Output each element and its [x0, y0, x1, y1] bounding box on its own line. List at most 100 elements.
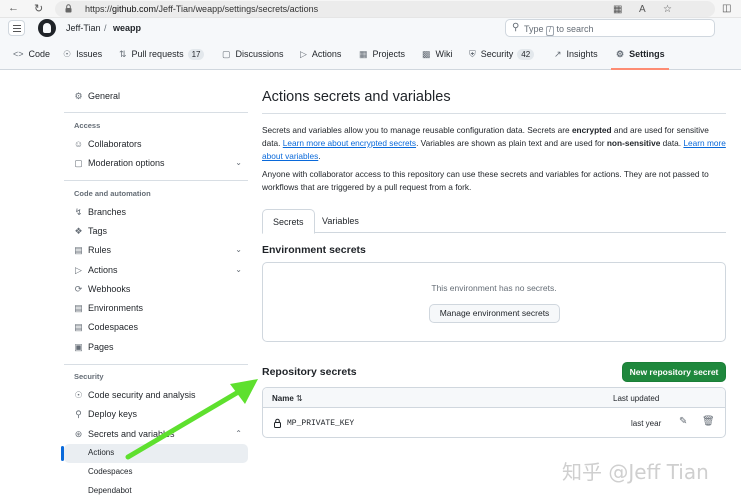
reload-icon[interactable]: ↻ [34, 2, 43, 15]
tab-code[interactable]: <> Code [13, 49, 50, 59]
sidebar-item-general[interactable]: ⚙ General [64, 87, 248, 106]
tab-security[interactable]: ⛨ Security 42 [469, 49, 535, 60]
tab-issues[interactable]: ☉ Issues [63, 49, 102, 60]
back-arrow-icon[interactable]: ← [8, 2, 19, 14]
sidebar-item-actions[interactable]: ▷ Actions ⌄ [64, 261, 248, 280]
search-input[interactable]: ⚲ Type / to search [505, 19, 715, 37]
sidebar-subitem-codespaces[interactable]: Codespaces [64, 463, 248, 482]
tab-settings[interactable]: ⚙ Settings [616, 49, 665, 60]
search-icon: ⚲ [512, 22, 520, 33]
sidebar-heading-code-automation: Code and automation [74, 189, 151, 198]
sidebar-item-code-security[interactable]: ☉ Code security and analysis [64, 386, 248, 405]
github-header: Jeff-Tian / weapp ⚲ Type / to search [0, 18, 741, 40]
url-text: https://github.com/Jeff-Tian/weapp/setti… [85, 4, 319, 14]
sidebar-item-moderation[interactable]: ▢ Moderation options ⌄ [64, 154, 248, 173]
secret-last-updated: last year [631, 419, 662, 428]
address-bar[interactable]: https://github.com/Jeff-Tian/weapp/setti… [55, 1, 715, 17]
chevron-down-icon: ⌄ [235, 245, 242, 254]
discussion-icon: ▢ [222, 49, 231, 59]
table-icon: ▦ [359, 49, 368, 59]
repo-nav-tabs: <> Code ☉ Issues ⇅ Pull requests 17 ▢ Discuss… [0, 40, 741, 70]
settings-sidebar: ⚙ General Access ☺ Collaborators ▢ Moderati… [0, 70, 250, 500]
intro-paragraph: Secrets and variables allow you to manag… [262, 125, 726, 161]
gear-icon: ⚙ [616, 49, 625, 59]
sidebar-subitem-actions[interactable]: Actions [61, 444, 248, 463]
sidebar-item-collaborators[interactable]: ☺ Collaborators [64, 135, 248, 154]
lock-icon [65, 4, 72, 13]
repository-secrets-table: Name ⇅ Last updated MP_PRIVATE_KEY last … [262, 387, 726, 438]
reader-mode-icon[interactable]: A [639, 4, 646, 15]
watermark-logo: 知乎 @Jeff Tian [562, 460, 709, 484]
sidebar-heading-access: Access [74, 121, 101, 130]
tab-projects[interactable]: ▦ Projects [359, 49, 405, 60]
tab-actions[interactable]: ▷ Actions [300, 49, 341, 60]
server-icon: ▤ [74, 303, 83, 313]
webhook-icon: ⟳ [74, 284, 83, 294]
key-icon: ⚲ [75, 409, 82, 419]
table-header: Name ⇅ Last updated [263, 388, 725, 408]
play-icon: ▷ [300, 49, 307, 59]
repo-name-link[interactable]: weapp [113, 23, 141, 33]
breadcrumb-separator: / [104, 23, 107, 33]
column-name[interactable]: Name ⇅ [272, 394, 303, 403]
chevron-up-icon: ⌃ [235, 429, 242, 438]
tab-variables[interactable]: Variables [312, 209, 369, 234]
codespaces-icon: ▤ [74, 322, 83, 332]
gear-icon: ⚙ [74, 91, 83, 101]
rules-icon: ▤ [74, 245, 83, 255]
chevron-down-icon: ⌄ [235, 265, 242, 274]
sidebar-item-tags[interactable]: ❖ Tags [64, 222, 248, 241]
collaborator-paragraph: Anyone with collaborator access to this … [262, 169, 709, 192]
new-repository-secret-button[interactable]: New repository secret [622, 362, 726, 382]
table-row: MP_PRIVATE_KEY last year ✎ 🗑 [263, 409, 725, 437]
sidebar-item-codespaces[interactable]: ▤ Codespaces [64, 318, 248, 337]
pencil-icon[interactable]: ✎ [679, 416, 687, 427]
page-title: Actions secrets and variables [262, 89, 451, 105]
people-icon: ☺ [73, 139, 84, 149]
repo-owner-link[interactable]: Jeff-Tian [66, 23, 101, 33]
tab-insights[interactable]: ↗ Insights [554, 49, 598, 60]
graph-icon: ↗ [554, 49, 562, 59]
asterisk-icon: ⊛ [74, 429, 83, 439]
extensions-icon[interactable]: ◫ [722, 3, 731, 14]
sidebar-item-environments[interactable]: ▤ Environments [64, 299, 248, 318]
manage-environment-secrets-button[interactable]: Manage environment secrets [429, 304, 560, 323]
sidebar-item-webhooks[interactable]: ⟳ Webhooks [64, 280, 248, 299]
sidebar-item-deploy-keys[interactable]: ⚲ Deploy keys [64, 405, 248, 424]
tab-wiki[interactable]: ▩ Wiki [422, 49, 453, 60]
code-icon: <> [13, 49, 24, 59]
tag-icon: ❖ [74, 226, 83, 236]
sidebar-divider [64, 364, 248, 365]
tab-secrets[interactable]: Secrets [262, 209, 315, 234]
book-icon: ▩ [422, 49, 431, 59]
star-icon[interactable]: ☆ [663, 4, 672, 15]
lock-icon [274, 418, 281, 428]
secret-name: MP_PRIVATE_KEY [287, 419, 355, 428]
qr-code-icon[interactable]: ▦ [613, 4, 622, 15]
environment-secrets-heading: Environment secrets [262, 244, 366, 256]
trash-icon[interactable]: 🗑 [702, 416, 715, 427]
tab-pull-requests[interactable]: ⇅ Pull requests 17 [119, 49, 205, 60]
sidebar-item-branches[interactable]: ↯ Branches [64, 203, 248, 222]
github-logo-icon[interactable] [38, 19, 56, 37]
title-divider [262, 113, 726, 114]
secrets-variables-tabs: Secrets Variables [262, 209, 726, 234]
search-placeholder: Type / to search [524, 24, 594, 36]
issue-icon: ☉ [63, 49, 72, 59]
hamburger-menu-icon[interactable] [8, 20, 25, 36]
environment-secrets-box: This environment has no secrets. Manage … [262, 262, 726, 342]
repository-secrets-heading: Repository secrets [262, 366, 357, 378]
sidebar-item-rules[interactable]: ▤ Rules ⌄ [64, 241, 248, 260]
encrypted-secrets-link[interactable]: Learn more about encrypted secrets [283, 138, 416, 148]
browser-icon: ▣ [74, 342, 83, 352]
pull-requests-count: 17 [187, 49, 205, 60]
sidebar-item-secrets-variables[interactable]: ⊛ Secrets and variables ⌃ [64, 425, 248, 444]
selected-tab-indicator [611, 68, 669, 70]
tab-discussions[interactable]: ▢ Discussions [222, 49, 284, 60]
sidebar-subitem-dependabot[interactable]: Dependabot [64, 482, 248, 500]
sidebar-item-pages[interactable]: ▣ Pages [64, 338, 248, 357]
comment-icon: ▢ [74, 158, 83, 168]
security-count: 42 [517, 49, 535, 60]
column-last-updated: Last updated [613, 394, 660, 403]
play-icon: ▷ [75, 265, 82, 275]
